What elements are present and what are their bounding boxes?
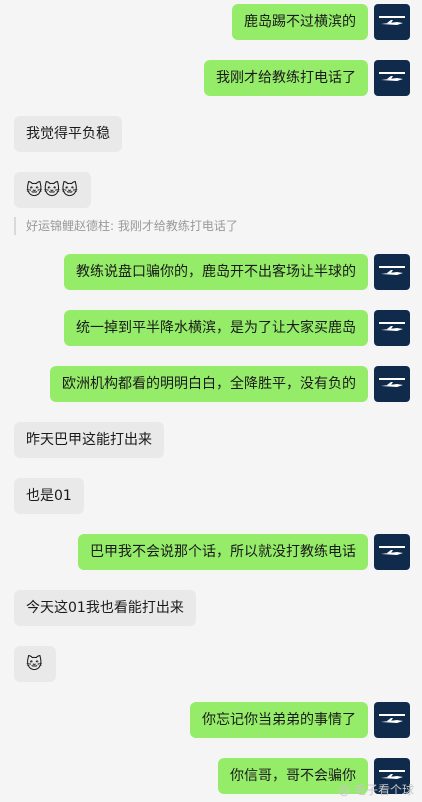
message-row: 昨天巴甲这能打出来 — [0, 422, 422, 458]
avatar[interactable] — [374, 4, 410, 40]
message-row: 欧洲机构都看的明明白白，全降胜平，没有负的 — [0, 366, 422, 402]
avatar[interactable] — [374, 534, 410, 570]
outgoing-message[interactable]: 统一掉到平半降水横滨，是为了让大家买鹿岛 — [64, 310, 368, 346]
aircraft-logo-icon — [379, 378, 405, 387]
message-row: 🐱🐱🐱 — [0, 172, 422, 208]
outgoing-message[interactable]: 我刚才给教练打电话了 — [204, 60, 368, 96]
message-row: 也是01 — [0, 478, 422, 514]
incoming-message[interactable]: 昨天巴甲这能打出来 — [14, 422, 164, 458]
message-row: 鹿岛踢不过横滨的 — [0, 4, 422, 40]
message-row: 我觉得平负稳 — [0, 116, 422, 152]
aircraft-logo-icon — [379, 266, 405, 275]
message-row: 你忘记你当弟弟的事情了 — [0, 702, 422, 738]
aircraft-logo-icon — [379, 546, 405, 555]
avatar[interactable] — [374, 254, 410, 290]
outgoing-message[interactable]: 教练说盘口骗你的，鹿岛开不出客场让半球的 — [64, 254, 368, 290]
avatar[interactable] — [374, 60, 410, 96]
message-row: 今天这01我也看能打出来 — [0, 590, 422, 626]
message-row: 统一掉到平半降水横滨，是为了让大家买鹿岛 — [0, 310, 422, 346]
aircraft-logo-icon — [379, 714, 405, 723]
aircraft-logo-icon — [379, 72, 405, 81]
outgoing-message[interactable]: 鹿岛踢不过横滨的 — [232, 4, 368, 40]
outgoing-message[interactable]: 欧洲机构都看的明明白白，全降胜平，没有负的 — [50, 366, 368, 402]
outgoing-message[interactable]: 你忘记你当弟弟的事情了 — [190, 702, 368, 738]
incoming-message[interactable]: 今天这01我也看能打出来 — [14, 590, 196, 626]
avatar[interactable] — [374, 366, 410, 402]
incoming-message[interactable]: 🐱 — [14, 646, 56, 682]
message-row: 我刚才给教练打电话了 — [0, 60, 422, 96]
incoming-message[interactable]: 也是01 — [14, 478, 84, 514]
message-row: 教练说盘口骗你的，鹿岛开不出客场让半球的 — [0, 254, 422, 290]
quote-row: 好运锦鲤赵德柱: 我刚才给教练打电话了 — [0, 217, 422, 235]
chat-window: 鹿岛踢不过横滨的 我刚才给教练打电话了 我觉得平负稳 🐱🐱🐱 好运锦鲤赵德柱: — [0, 0, 422, 802]
avatar[interactable] — [374, 702, 410, 738]
message-row: 巴甲我不会说那个话，所以就没打教练电话 — [0, 534, 422, 570]
incoming-message[interactable]: 🐱🐱🐱 — [14, 172, 92, 208]
outgoing-message[interactable]: 巴甲我不会说那个话，所以就没打教练电话 — [78, 534, 368, 570]
aircraft-logo-icon — [379, 322, 405, 331]
quoted-message[interactable]: 好运锦鲤赵德柱: 我刚才给教练打电话了 — [14, 217, 238, 235]
watermark: @ 毛子看个球 — [338, 783, 414, 797]
avatar[interactable] — [374, 310, 410, 346]
incoming-message[interactable]: 我觉得平负稳 — [14, 116, 122, 152]
aircraft-logo-icon — [379, 16, 405, 25]
message-row: 🐱 — [0, 646, 422, 682]
